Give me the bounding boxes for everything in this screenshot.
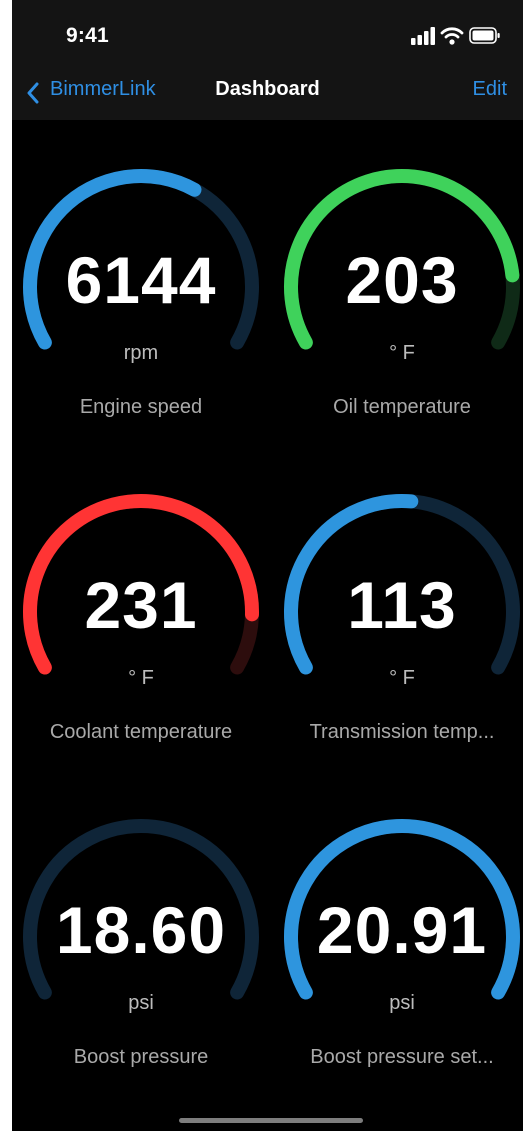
gauge-coolant-temperature[interactable]: 231 ° F Coolant temperature	[16, 487, 266, 757]
home-indicator[interactable]	[179, 1118, 363, 1123]
gauge-label: Boost pressure	[73, 1046, 209, 1068]
gauge-value: 20.91	[316, 893, 488, 967]
phone-screen: 9:41 BimmerLink Dashboard Edit 6144 rpm …	[12, 0, 523, 1131]
top-bar: 9:41 BimmerLink Dashboard Edit	[12, 0, 523, 120]
gauge-label: Oil temperature	[333, 396, 471, 418]
gauge-unit: ° F	[389, 667, 415, 689]
gauge-label: Transmission temp...	[309, 721, 495, 743]
wifi-icon	[440, 27, 464, 45]
gauge-unit: rpm	[123, 342, 159, 364]
status-time: 9:41	[66, 24, 109, 47]
gauge-unit: psi	[389, 992, 415, 1014]
gauge-value: 113	[347, 568, 457, 642]
gauge-boost-pressure-setpoint[interactable]: 20.91 psi Boost pressure set...	[277, 812, 523, 1082]
gauge-value: 203	[345, 243, 459, 317]
gauge-unit: ° F	[128, 667, 154, 689]
gauge-label: Boost pressure set...	[310, 1046, 494, 1068]
gauge-label: Engine speed	[79, 396, 203, 418]
gauge-value: 231	[84, 568, 198, 642]
gauge-unit: ° F	[389, 342, 415, 364]
page-title: Dashboard	[215, 78, 320, 100]
cellular-signal-icon	[411, 27, 435, 45]
gauge-transmission-temperature[interactable]: 113 ° F Transmission temp...	[277, 487, 523, 757]
gauge-boost-pressure[interactable]: 18.60 psi Boost pressure	[16, 812, 266, 1082]
battery-icon	[469, 27, 500, 44]
edit-button[interactable]: Edit	[473, 78, 507, 101]
gauge-label: Coolant temperature	[49, 721, 233, 743]
gauge-unit: psi	[128, 992, 154, 1014]
gauge-value: 6144	[65, 243, 217, 317]
gauge-value: 18.60	[55, 893, 227, 967]
gauge-oil-temperature[interactable]: 203 ° F Oil temperature	[277, 162, 523, 432]
gauge-engine-speed[interactable]: 6144 rpm Engine speed	[16, 162, 266, 432]
